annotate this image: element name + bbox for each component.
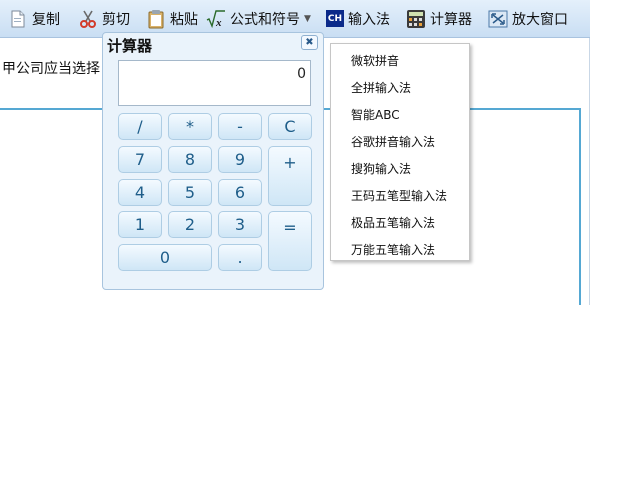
menu-item-sogou[interactable]: 搜狗输入法	[351, 160, 411, 177]
svg-text:x: x	[215, 17, 222, 29]
menu-item-google-pinyin[interactable]: 谷歌拼音输入法	[351, 133, 435, 150]
calculator-display: 0	[118, 60, 311, 106]
chevron-down-icon: ▼	[304, 13, 311, 24]
calculator-title: 计算器	[107, 37, 153, 55]
copy-button[interactable]: 复制	[0, 0, 70, 38]
key-5[interactable]: 5	[168, 179, 212, 206]
menu-item-quanpin[interactable]: 全拼输入法	[351, 79, 411, 96]
key-1[interactable]: 1	[118, 211, 162, 238]
formula-label: 公式和符号	[230, 11, 300, 28]
copy-icon	[8, 9, 28, 29]
zoom-label: 放大窗口	[512, 11, 568, 28]
key-divide[interactable]: /	[118, 113, 162, 140]
menu-item-smart-abc[interactable]: 智能ABC	[351, 106, 400, 123]
input-method-button[interactable]: CH 输入法	[318, 0, 398, 38]
close-icon[interactable]: ✖	[301, 35, 318, 50]
key-4[interactable]: 4	[118, 179, 162, 206]
page-edge	[589, 38, 590, 305]
scissors-icon	[78, 9, 98, 29]
key-6[interactable]: 6	[218, 179, 262, 206]
paste-label: 粘贴	[170, 11, 198, 28]
key-multiply[interactable]: *	[168, 113, 212, 140]
ime-badge-icon: CH	[326, 10, 344, 27]
menu-item-wanneng-wubi[interactable]: 万能五笔输入法	[351, 241, 435, 258]
sqrt-x-icon: x	[206, 9, 226, 29]
calculator-panel: 计算器 ✖ 0 / * - C 7 8 9 + 4 5 6 1 2 3 = 0 …	[102, 32, 324, 290]
key-decimal[interactable]: .	[218, 244, 262, 271]
key-equals[interactable]: =	[268, 211, 312, 271]
key-subtract[interactable]: -	[218, 113, 262, 140]
app-window: 复制 剪切 粘贴 x 公式和符号 ▼ CH 输入法 计算器 放大窗口 甲公司应当…	[0, 0, 640, 480]
calculator-button[interactable]: 计算器	[398, 0, 480, 38]
key-0[interactable]: 0	[118, 244, 212, 271]
menu-item-jipin-wubi[interactable]: 极品五笔输入法	[351, 214, 435, 231]
key-8[interactable]: 8	[168, 146, 212, 173]
menu-item-wangma-wubi[interactable]: 王码五笔型输入法	[351, 187, 447, 204]
cut-label: 剪切	[102, 11, 130, 28]
clipboard-icon	[146, 9, 166, 29]
calculator-icon	[406, 9, 426, 29]
ime-badge-text: CH	[327, 13, 343, 24]
key-9[interactable]: 9	[218, 146, 262, 173]
menu-item-microsoft-pinyin[interactable]: 微软拼音	[351, 52, 399, 69]
key-2[interactable]: 2	[168, 211, 212, 238]
document-text: 甲公司应当选择	[2, 61, 100, 77]
ime-label: 输入法	[348, 11, 390, 28]
key-clear[interactable]: C	[268, 113, 312, 140]
zoom-window-button[interactable]: 放大窗口	[480, 0, 570, 38]
expand-window-icon	[488, 9, 508, 29]
calculator-label: 计算器	[430, 11, 472, 28]
key-7[interactable]: 7	[118, 146, 162, 173]
copy-label: 复制	[32, 11, 60, 28]
key-add[interactable]: +	[268, 146, 312, 206]
key-3[interactable]: 3	[218, 211, 262, 238]
input-method-menu: 微软拼音 全拼输入法 智能ABC 谷歌拼音输入法 搜狗输入法 王码五笔型输入法 …	[330, 43, 470, 261]
